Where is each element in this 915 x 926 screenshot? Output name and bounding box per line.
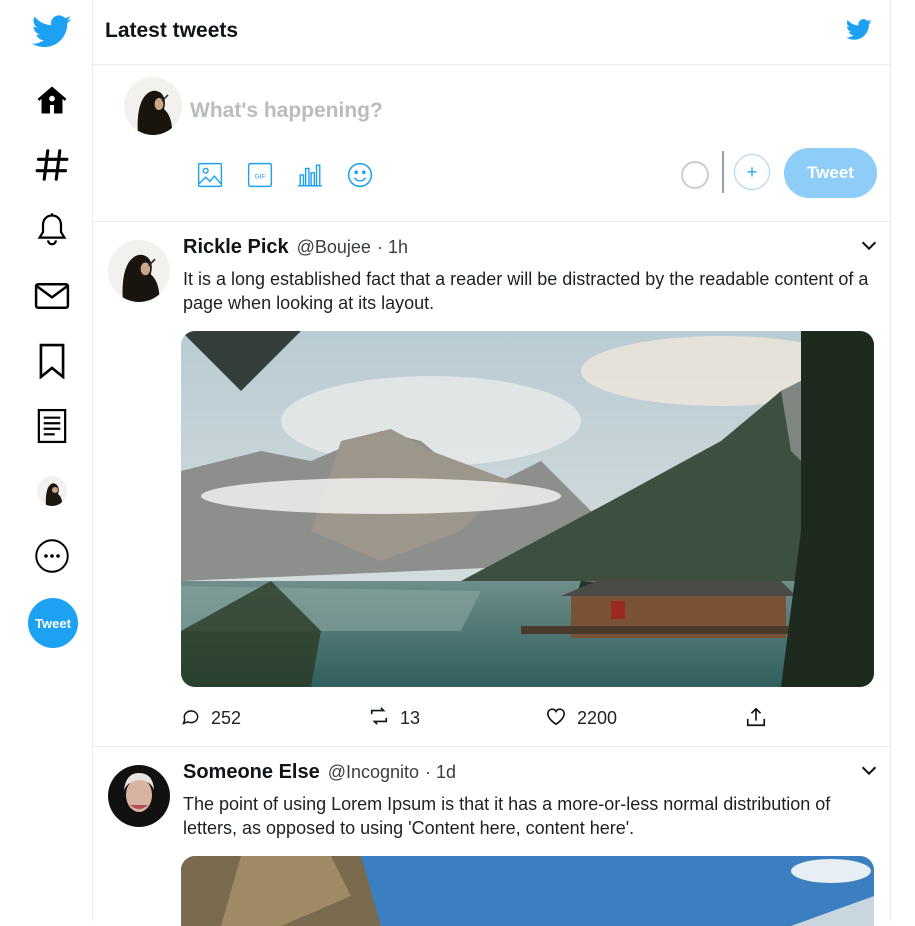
- retweet-button[interactable]: 13: [368, 706, 420, 731]
- author-handle[interactable]: @Incognito: [328, 762, 419, 782]
- home-icon[interactable]: [26, 74, 78, 126]
- chevron-down-icon[interactable]: [858, 234, 880, 256]
- tweet-avatar[interactable]: [108, 240, 170, 302]
- tweet-header: Rickle Pick @Boujee · 1h: [183, 236, 408, 259]
- twitter-logo-icon[interactable]: [26, 6, 78, 58]
- author-name[interactable]: Rickle Pick: [183, 236, 289, 258]
- tweet-time: · 1d: [425, 762, 457, 782]
- tweet-item[interactable]: Someone Else @Incognito · 1d The point of …: [92, 747, 890, 926]
- page-title: Latest tweets: [105, 19, 239, 42]
- more-icon[interactable]: [26, 530, 78, 582]
- tweet-avatar[interactable]: [108, 765, 170, 827]
- bookmarks-icon[interactable]: [26, 335, 78, 387]
- composer-avatar: [124, 77, 182, 135]
- tweet-header: Someone Else @Incognito · 1d: [183, 761, 456, 784]
- svg-text:GIF: GIF: [255, 173, 266, 180]
- compose-tweet-button[interactable]: Tweet: [784, 148, 877, 198]
- tweet-time: · 1h: [376, 237, 408, 257]
- gif-icon[interactable]: GIF: [246, 161, 274, 189]
- like-button[interactable]: 2200: [545, 706, 617, 731]
- main-column: Latest tweets What's happening? GIF + Tw…: [92, 0, 891, 926]
- reply-icon: [181, 706, 201, 731]
- like-count: 2200: [577, 708, 618, 728]
- composer-tools: GIF: [196, 161, 374, 189]
- author-handle[interactable]: @Boujee: [297, 237, 371, 257]
- retweet-count: 13: [400, 708, 421, 728]
- tweet-text: It is a long established fact that a rea…: [183, 269, 869, 313]
- compose-input[interactable]: What's happening?: [190, 99, 383, 123]
- poll-icon[interactable]: [296, 161, 324, 189]
- notifications-bell-icon[interactable]: [26, 204, 78, 256]
- twitter-bird-icon: [845, 19, 872, 46]
- composer-divider: [722, 151, 724, 193]
- reply-button[interactable]: 252: [181, 706, 241, 731]
- page-header: Latest tweets: [92, 0, 890, 65]
- character-count-ring: [681, 161, 709, 189]
- tweet-image[interactable]: [181, 856, 874, 926]
- tweet-image[interactable]: [181, 331, 874, 687]
- author-name[interactable]: Someone Else: [183, 761, 320, 783]
- lists-icon[interactable]: [26, 400, 78, 452]
- share-button[interactable]: [745, 706, 767, 733]
- emoji-icon[interactable]: [346, 161, 374, 189]
- messages-envelope-icon[interactable]: [26, 270, 78, 322]
- tweet-composer: What's happening? GIF + Tweet: [92, 65, 890, 222]
- nav-tweet-button[interactable]: Tweet: [28, 598, 78, 648]
- share-icon: [745, 706, 767, 733]
- chevron-down-icon[interactable]: [858, 759, 880, 781]
- left-nav: Tweet: [0, 0, 93, 921]
- explore-hashtag-icon[interactable]: [26, 139, 78, 191]
- profile-avatar[interactable]: [37, 476, 67, 506]
- retweet-icon: [368, 706, 390, 731]
- tweet-text: The point of using Lorem Ipsum is that i…: [183, 794, 831, 838]
- image-icon[interactable]: [196, 161, 224, 189]
- heart-icon: [545, 706, 567, 731]
- tweet-actions: 252 13 2200: [181, 706, 781, 736]
- reply-count: 252: [211, 708, 242, 728]
- add-tweet-button[interactable]: +: [734, 154, 770, 190]
- tweet-item[interactable]: Rickle Pick @Boujee · 1h It is a long esta…: [92, 222, 890, 747]
